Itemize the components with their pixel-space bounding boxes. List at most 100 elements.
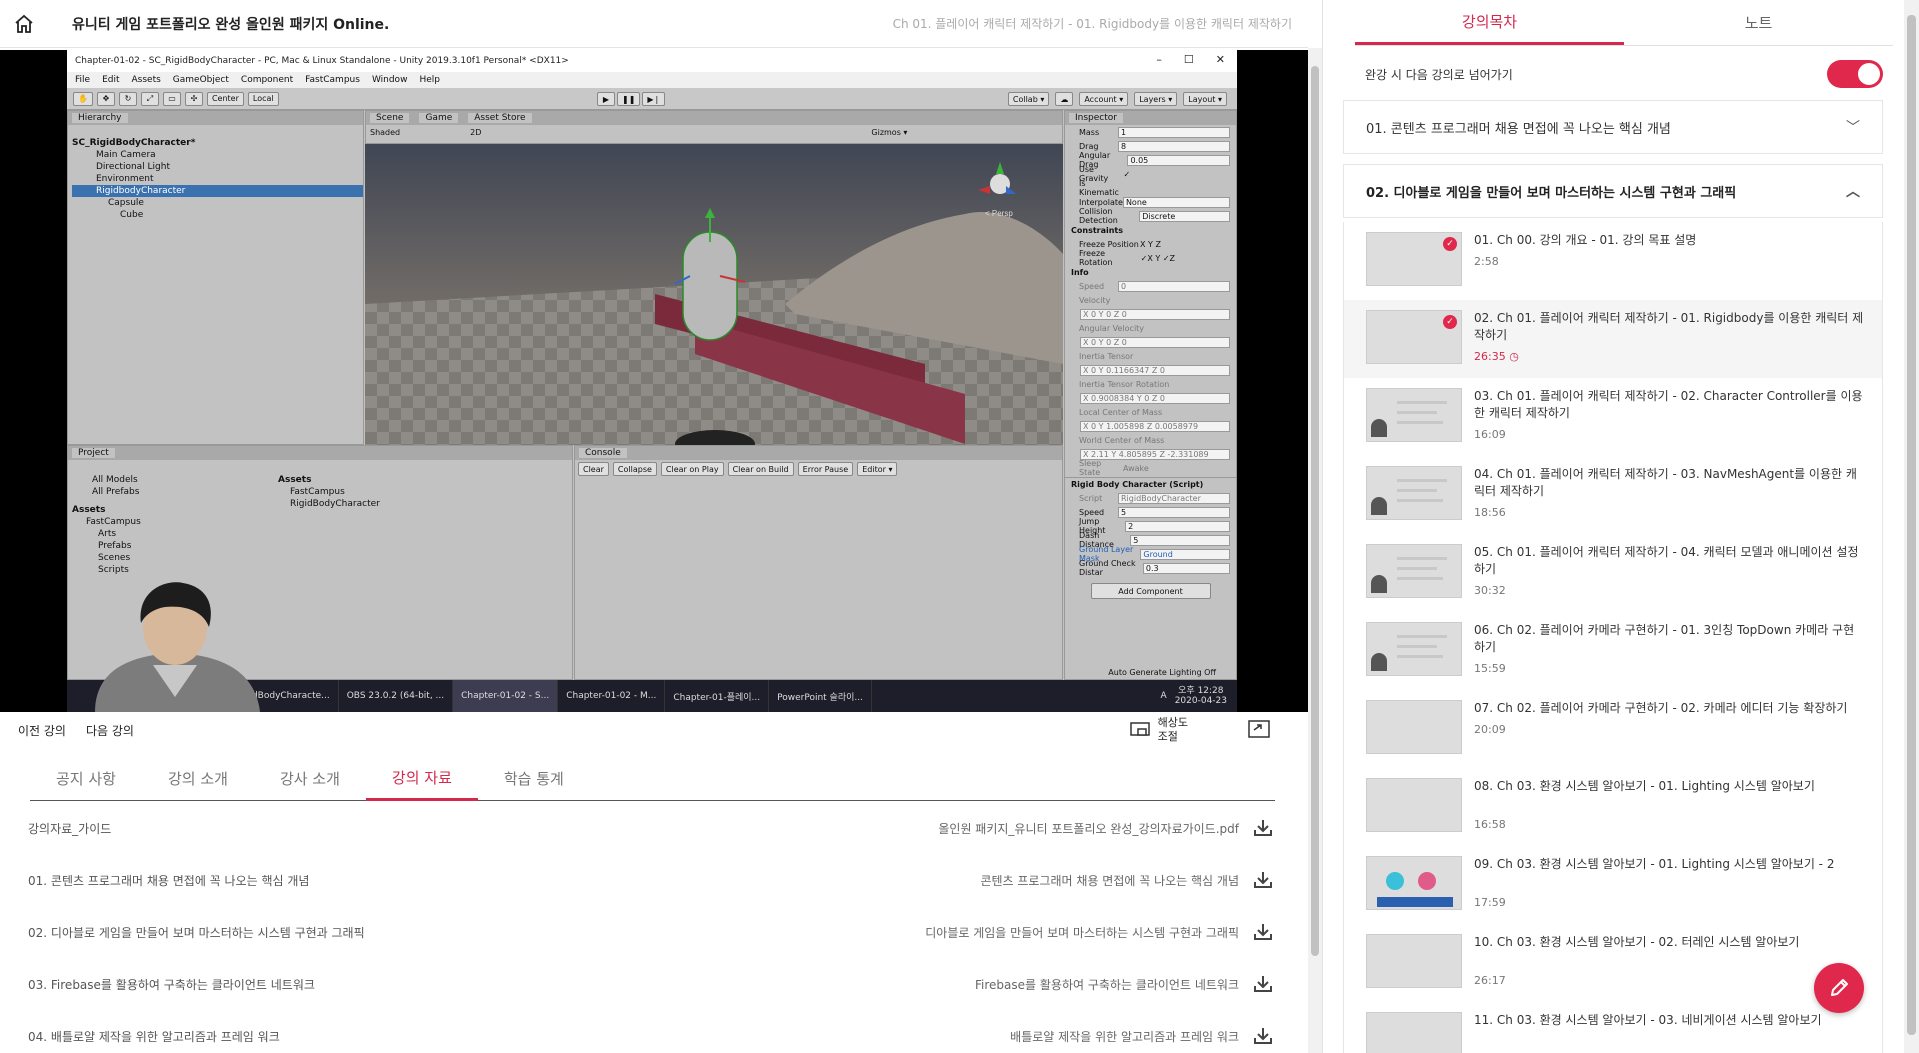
tab-notes[interactable]: 노트	[1624, 0, 1893, 45]
tab-curriculum[interactable]: 강의목차	[1355, 0, 1624, 45]
download-icon[interactable]	[1253, 819, 1273, 837]
prev-lecture-button[interactable]: 이전 강의	[0, 722, 76, 739]
lesson-item[interactable]: 10. Ch 03. 환경 시스템 알아보기 - 02. 터레인 시스템 알아보…	[1344, 924, 1882, 1002]
main-scrollbar[interactable]	[1308, 48, 1322, 1053]
hierarchy-item: Environment	[96, 174, 154, 184]
material-row: 04. 배틀로얄 제작을 위한 알고리즘과 프레임 워크 배틀로얄 제작을 위한…	[28, 1010, 1273, 1053]
cloud-icon: ☁	[1055, 92, 1074, 106]
fullscreen-button[interactable]	[1248, 719, 1270, 741]
lesson-title: 04. Ch 01. 플레이어 캐릭터 제작하기 - 03. NavMeshAg…	[1474, 467, 1857, 498]
material-name: 강의자료_가이드	[28, 821, 112, 836]
tab-course-intro[interactable]: 강의 소개	[142, 756, 254, 801]
lesson-item[interactable]: 11. Ch 03. 환경 시스템 알아보기 - 03. 네비게이션 시스템 알…	[1344, 1002, 1882, 1053]
material-file[interactable]: 디아블로 게임을 만들어 보며 마스터하는 시스템 구현과 그래픽	[925, 924, 1239, 941]
lesson-thumbnail: ✓	[1366, 310, 1462, 364]
download-icon[interactable]	[1253, 923, 1273, 941]
inspector-row: Ground Check Distar 0.3	[1065, 559, 1236, 577]
resolution-icon	[1129, 722, 1150, 736]
ime-indicator: A	[1160, 691, 1167, 701]
video-player[interactable]: Chapter-01-02 - SC_RigidBodyCharacter - …	[0, 50, 1308, 712]
taskbar-item: PowerPoint 슬라이...	[769, 680, 872, 712]
inspector-row: World Center of Mass	[1079, 435, 1165, 445]
lesson-title: 01. Ch 00. 강의 개요 - 01. 강의 목표 설명	[1474, 233, 1697, 247]
lesson-item-current[interactable]: ✓ 02. Ch 01. 플레이어 캐릭터 제작하기 - 01. Rigidbo…	[1344, 300, 1882, 378]
section-02[interactable]: 02. 디아블로 게임을 만들어 보며 마스터하는 시스템 구현과 그래픽 ︿	[1343, 164, 1883, 218]
materials-list: 강의자료_가이드 올인원 패키지_유니티 포트폴리오 완성_강의자료가이드.pd…	[28, 802, 1273, 1053]
material-row: 01. 콘텐츠 프로그래머 채용 면접에 꼭 나오는 핵심 개념 콘텐츠 프로그…	[28, 854, 1273, 906]
tab-statistics[interactable]: 학습 통계	[478, 756, 590, 801]
taskbar-item: Chapter-01-플레이...	[665, 680, 770, 712]
write-note-button[interactable]	[1814, 963, 1864, 1013]
lesson-item[interactable]: 08. Ch 03. 환경 시스템 알아보기 - 01. Lighting 시스…	[1344, 768, 1882, 846]
lesson-item[interactable]: ✓ 01. Ch 00. 강의 개요 - 01. 강의 목표 설명 2:58	[1344, 222, 1882, 300]
hierarchy-item: SC_RigidBodyCharacter*	[72, 138, 196, 148]
lesson-thumbnail	[1366, 856, 1462, 910]
window-title-text: Chapter-01-02 - SC_RigidBodyCharacter - …	[75, 56, 569, 66]
lesson-item[interactable]: 09. Ch 03. 환경 시스템 알아보기 - 01. Lighting 시스…	[1344, 846, 1882, 924]
lesson-list: ✓ 01. Ch 00. 강의 개요 - 01. 강의 목표 설명 2:58 ✓ …	[1343, 222, 1883, 1053]
hierarchy-item: Capsule	[108, 198, 144, 208]
lesson-item[interactable]: 05. Ch 01. 플레이어 캐릭터 제작하기 - 04. 캐릭터 모델과 애…	[1344, 534, 1882, 612]
tab-scene: Scene	[370, 113, 410, 123]
section-title: 02. 디아블로 게임을 만들어 보며 마스터하는 시스템 구현과 그래픽	[1366, 185, 1737, 201]
inspector-row: Mass 1	[1065, 125, 1236, 139]
lesson-duration: 30:32	[1474, 584, 1506, 597]
info-group: Info	[1071, 267, 1089, 277]
content-tabs: 공지 사항 강의 소개 강사 소개 강의 자료 학습 통계	[30, 756, 1275, 801]
lesson-title: 10. Ch 03. 환경 시스템 알아보기 - 02. 터레인 시스템 알아보…	[1474, 935, 1800, 949]
gizmos-dropdown: Gizmos ▾	[871, 128, 908, 137]
material-file[interactable]: 올인원 패키지_유니티 포트폴리오 완성_강의자료가이드.pdf	[938, 820, 1239, 837]
course-title: 유니티 게임 포트폴리오 완성 올인원 패키지 Online.	[72, 16, 390, 33]
home-button[interactable]	[0, 0, 48, 48]
window-controls: – ☐ ✕	[1156, 53, 1225, 66]
download-icon[interactable]	[1253, 871, 1273, 889]
material-file[interactable]: 배틀로얄 제작을 위한 알고리즘과 프레임 워크	[1010, 1028, 1239, 1045]
lesson-item[interactable]: 03. Ch 01. 플레이어 캐릭터 제작하기 - 02. Character…	[1344, 378, 1882, 456]
playing-icon: ◷	[1509, 350, 1519, 363]
download-icon[interactable]	[1253, 1027, 1273, 1045]
window-title: Chapter-01-02 - SC_RigidBodyCharacter - …	[67, 50, 1237, 72]
tab-notice[interactable]: 공지 사항	[30, 756, 142, 801]
current-lecture-title: Ch 01. 플레이어 캐릭터 제작하기 - 01. Rigidbody를 이용…	[892, 17, 1292, 31]
scrollbar-thumb[interactable]	[1311, 66, 1319, 956]
project-folder: Arts	[98, 529, 117, 539]
material-file[interactable]: Firebase를 활용하여 구축하는 클라이언트 네트워크	[975, 976, 1239, 993]
maximize-icon: ☐	[1183, 53, 1194, 66]
taskbar-item: OBS 23.0.2 (64-bit, ...	[339, 680, 454, 712]
inspector-row: Freeze Rotation ✓X Y ✓Z	[1079, 249, 1175, 267]
lesson-title: 11. Ch 03. 환경 시스템 알아보기 - 03. 네비게이션 시스템 알…	[1474, 1013, 1822, 1027]
resolution-label: 해상도 조절	[1157, 716, 1188, 743]
menu-item: GameObject	[172, 75, 229, 85]
curriculum-sidebar: 강의목차 노트 완강 시 다음 강의로 넘어가기 01. 콘텐츠 프로그래머 채…	[1323, 0, 1919, 1053]
auto-next-toggle[interactable]	[1827, 60, 1883, 88]
lesson-item[interactable]: 04. Ch 01. 플레이어 캐릭터 제작하기 - 03. NavMeshAg…	[1344, 456, 1882, 534]
hierarchy-panel: Hierarchy SC_RigidBodyCharacter* Main Ca…	[67, 110, 364, 445]
lesson-title: 08. Ch 03. 환경 시스템 알아보기 - 01. Lighting 시스…	[1474, 779, 1815, 793]
check-icon: ✓	[1443, 237, 1457, 251]
download-icon[interactable]	[1253, 975, 1273, 993]
chevron-down-icon: ﹀	[1846, 120, 1860, 136]
tab-instructor[interactable]: 강사 소개	[254, 756, 366, 801]
resolution-button[interactable]: 해상도 조절	[1129, 716, 1188, 744]
lesson-duration: 18:56	[1474, 506, 1506, 519]
sidebar-scrollbar[interactable]	[1904, 0, 1919, 1053]
lesson-duration: 15:59	[1474, 662, 1506, 675]
menu-item: File	[75, 75, 91, 85]
tab-materials[interactable]: 강의 자료	[365, 756, 478, 801]
persp-label: < Persp	[985, 209, 1013, 218]
lesson-item[interactable]: 06. Ch 02. 플레이어 카메라 구현하기 - 01. 3인칭 TopDo…	[1344, 612, 1882, 690]
console-error-pause: Error Pause	[797, 462, 854, 476]
project-folder: Assets	[72, 505, 106, 515]
section-01[interactable]: 01. 콘텐츠 프로그래머 채용 면접에 꼭 나오는 핵심 개념 ﹀	[1343, 100, 1883, 154]
next-lecture-button[interactable]: 다음 강의	[76, 722, 144, 739]
inspector-row: X 0 Y 1.005898 Z 0.0058979	[1065, 419, 1236, 433]
project-folder: Prefabs	[98, 541, 132, 551]
material-file[interactable]: 콘텐츠 프로그래머 채용 면접에 꼭 나오는 핵심 개념	[980, 872, 1239, 889]
play-controls: ▶ ❚❚ ▶❘	[597, 92, 666, 106]
lesson-item[interactable]: 07. Ch 02. 플레이어 카메라 구현하기 - 02. 카메라 에디터 기…	[1344, 690, 1882, 768]
inspector-row: Script RigidBodyCharacter	[1065, 491, 1236, 505]
scrollbar-thumb[interactable]	[1907, 15, 1916, 1035]
scale-tool-icon: ⤢	[140, 91, 159, 106]
scene-tabs: Scene Game Asset Store	[366, 111, 1062, 125]
lesson-title: 09. Ch 03. 환경 시스템 알아보기 - 01. Lighting 시스…	[1474, 857, 1835, 871]
